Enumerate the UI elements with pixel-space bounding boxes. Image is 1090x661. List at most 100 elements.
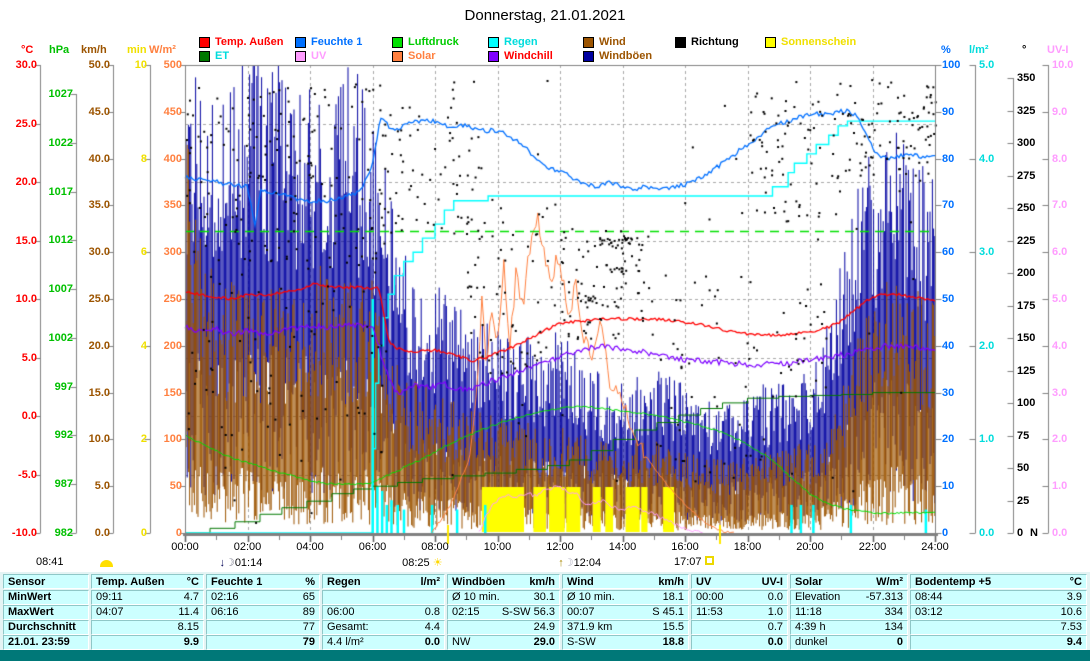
dawn-time: 08:41 <box>36 556 64 568</box>
table-cell: 0.7 <box>691 620 788 635</box>
solar-axis-tick: 50 <box>170 481 182 491</box>
table-col-header: Windkm/h <box>562 574 689 589</box>
legend-label-uv: UV <box>311 50 326 62</box>
pressure-axis-tick: 1027 <box>49 89 73 99</box>
humidity-axis-tick: 50 <box>942 294 954 304</box>
legend-label-solar: Solar <box>408 50 436 62</box>
table-row-label: Durchschnitt <box>3 620 89 635</box>
temp-axis-tick: 30.0 <box>16 60 37 70</box>
uv-axis-tick: 3.0 <box>1052 388 1067 398</box>
legend-item-et: ET <box>199 50 229 62</box>
rain-axis-tick: 5.0 <box>979 60 994 70</box>
sunrise-icon: ☀ <box>433 557 443 569</box>
solar-axis-tick: 350 <box>164 200 182 210</box>
table-row-label: Sensor <box>3 574 89 589</box>
x-tick-label: 06:00 <box>359 541 387 553</box>
x-tick-label: 20:00 <box>796 541 824 553</box>
weather-day-chart-window: Donnerstag, 21.01.2021 Temp. AußenFeucht… <box>0 0 1090 661</box>
table-col-header: Windböenkm/h <box>447 574 560 589</box>
x-tick-label: 00:00 <box>171 541 199 553</box>
pressure-axis-tick: 992 <box>55 430 73 440</box>
sonnenschein-swatch <box>765 37 776 48</box>
table-cell: 08:443.9 <box>910 590 1087 605</box>
pressure-axis-tick: 1007 <box>49 284 73 294</box>
windspeed-axis-tick: 40.0 <box>89 154 110 164</box>
table-cell: 03:1210.6 <box>910 605 1087 620</box>
et-swatch <box>199 51 210 62</box>
solar-axis-tick: 0 <box>176 528 182 538</box>
x-tick-label: 24:00 <box>921 541 949 553</box>
temp-axis-tick: 20.0 <box>16 177 37 187</box>
solar-axis-tick: 200 <box>164 341 182 351</box>
windspeed-axis-tick: 25.0 <box>89 294 110 304</box>
direction-axis-tick: 125 <box>1017 366 1035 376</box>
legend-item-wind: Wind <box>583 36 626 48</box>
table-row-label: MinWert <box>3 590 89 605</box>
x-tick-label: 16:00 <box>671 541 699 553</box>
pressure-axis-tick: 982 <box>55 528 73 538</box>
table-cell: 09:114.7 <box>91 590 204 605</box>
table-col-header: Feuchte 1% <box>206 574 320 589</box>
pressure-axis-tick: 1002 <box>49 333 73 343</box>
uv-axis-tick: 1.0 <box>1052 481 1067 491</box>
sunshine-axis-tick: 8 <box>141 154 147 164</box>
direction-axis-tick: 175 <box>1017 301 1035 311</box>
uv-axis-tick: 5.0 <box>1052 294 1067 304</box>
chart-canvas <box>0 0 1090 661</box>
uv-axis-tick: 0.0 <box>1052 528 1067 538</box>
table-cell: Ø 10 min.18.1 <box>562 590 689 605</box>
uv-axis-tick: 9.0 <box>1052 107 1067 117</box>
table-cell: 02:15S-SW 56.3 <box>447 605 560 620</box>
moonset-marker: ↓☽01:14 <box>219 556 262 569</box>
temp-axis-tick: 10.0 <box>16 294 37 304</box>
windboeen-swatch <box>583 51 594 62</box>
rain-axis-tick: 2.0 <box>979 341 994 351</box>
table-cell: 24.9 <box>447 620 560 635</box>
humidity-axis-tick: 10 <box>942 481 954 491</box>
x-tick-label: 14:00 <box>609 541 637 553</box>
windspeed-axis-tick: 0.0 <box>95 528 110 538</box>
pressure-axis-tick: 1017 <box>49 187 73 197</box>
solar-axis-tick: 300 <box>164 247 182 257</box>
temp-axis-tick: 0.0 <box>22 411 37 421</box>
humidity-axis-tick: 80 <box>942 154 954 164</box>
table-col-header: UVUV-I <box>691 574 788 589</box>
legend-label-windchill: Windchill <box>504 50 553 62</box>
uv-axis-unit: UV-I <box>1047 44 1068 56</box>
table-cell: 0.0 <box>691 635 788 650</box>
table-col-header: Regenl/m² <box>322 574 445 589</box>
humidity-axis-tick: 40 <box>942 341 954 351</box>
table-col-header: Bodentemp +5°C <box>910 574 1087 589</box>
x-tick-label: 22:00 <box>859 541 887 553</box>
uv-axis-tick: 6.0 <box>1052 247 1067 257</box>
legend-label-feuchte-1: Feuchte 1 <box>311 36 362 48</box>
direction-axis-tick: 25 <box>1017 496 1029 506</box>
stats-table: SensorMinWertMaxWertDurchschnitt21.01. 2… <box>0 572 1090 650</box>
direction-axis-tick: 225 <box>1017 236 1035 246</box>
legend-item-uv: UV <box>295 50 326 62</box>
x-tick-label: 18:00 <box>734 541 762 553</box>
sunshine-axis-tick: 2 <box>141 434 147 444</box>
table-row-label: MaxWert <box>3 605 89 620</box>
page-title: Donnerstag, 21.01.2021 <box>360 7 730 24</box>
temp-axis-tick: 5.0 <box>22 353 37 363</box>
sunshine-axis-tick: 10 <box>135 60 147 70</box>
legend-label-sonnenschein: Sonnenschein <box>781 36 856 48</box>
x-tick-label: 04:00 <box>296 541 324 553</box>
x-tick-label: 08:00 <box>421 541 449 553</box>
moonset-icon: ↓☽ <box>219 557 234 569</box>
legend-item-sonnenschein: Sonnenschein <box>765 36 856 48</box>
table-cell: 8.15 <box>91 620 204 635</box>
direction-axis-tick: 250 <box>1017 203 1035 213</box>
direction-axis-extra: N <box>1030 528 1038 538</box>
table-cell: 11:531.0 <box>691 605 788 620</box>
table-cell: 00:000.0 <box>691 590 788 605</box>
table-row-label: 21.01. 23:59 <box>3 635 89 650</box>
solar-axis-tick: 150 <box>164 388 182 398</box>
humidity-axis-tick: 20 <box>942 434 954 444</box>
uv-axis-tick: 10.0 <box>1052 60 1073 70</box>
table-cell <box>322 590 445 605</box>
legend-label-luftdruck: Luftdruck <box>408 36 459 48</box>
legend-item-luftdruck: Luftdruck <box>392 36 459 48</box>
uv-axis-tick: 8.0 <box>1052 154 1067 164</box>
